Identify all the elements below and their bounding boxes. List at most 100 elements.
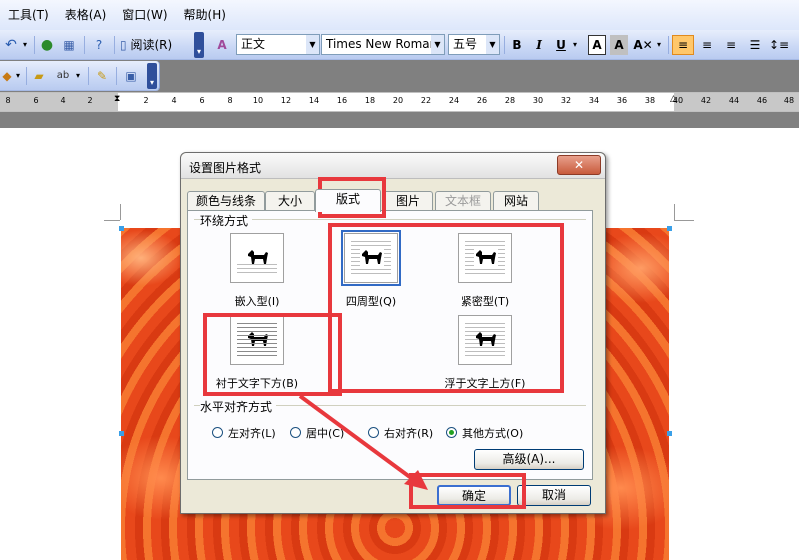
char-shading-button[interactable]: A (610, 35, 628, 55)
align-group-label: 水平对齐方式 (200, 398, 277, 415)
chevron-down-icon[interactable]: ▼ (306, 35, 319, 54)
line-spacing-icon[interactable]: ↕≡ (768, 35, 790, 55)
advanced-button[interactable]: 高级(A)... (474, 449, 584, 470)
resize-handle[interactable] (119, 431, 124, 436)
ruler-tick: 18 (364, 96, 376, 105)
ruler-tick: 38 (644, 96, 656, 105)
tab-layout[interactable]: 版式 (315, 189, 381, 212)
char-scaling-icon[interactable]: A✕ (632, 35, 654, 55)
wrap-inline-option[interactable] (230, 233, 284, 283)
horizontal-ruler[interactable]: 8 6 4 2 2 4 6 8 10 12 14 16 18 20 22 24 … (0, 92, 799, 112)
align-justify-icon[interactable]: ≡ (672, 35, 694, 55)
scaling-dropdown-icon[interactable]: ▾ (654, 35, 664, 55)
resize-handle[interactable] (667, 226, 672, 231)
chevron-down-icon[interactable]: ▼ (431, 35, 444, 54)
ruler-tick: 4 (171, 96, 177, 105)
fill-icon[interactable]: ◆ (0, 66, 14, 86)
hyperlink-icon[interactable]: ● (38, 35, 56, 55)
formatting-toolbar: ↶ ▾ ● ▦ ? ▯ 阅读(R) ▾ A 正文 ▼ Times New Rom… (0, 30, 799, 60)
resize-handle[interactable] (119, 226, 124, 231)
ruler-tick: 20 (392, 96, 404, 105)
spelling-icon[interactable]: ab (52, 66, 74, 86)
ruler-tick: 24 (448, 96, 460, 105)
highlight-behind-text (203, 313, 342, 396)
chevron-down-icon[interactable]: ▼ (486, 35, 499, 54)
ruler-tick: 12 (280, 96, 292, 105)
edit-icon[interactable]: ✎ (92, 66, 112, 86)
align-right-radio[interactable] (368, 427, 379, 438)
ruler-tick: 4 (60, 96, 66, 105)
table-icon[interactable]: ▦ (60, 35, 78, 55)
fill-dropdown-icon[interactable]: ▾ (14, 66, 22, 86)
align-right-label: 右对齐(R) (384, 427, 434, 440)
tab-web[interactable]: 网站 (493, 191, 539, 211)
align-center-radio[interactable] (290, 427, 301, 438)
distributed-icon[interactable]: ☰ (744, 35, 766, 55)
align-left-label: 左对齐(L) (228, 427, 276, 440)
close-button[interactable]: ✕ (557, 155, 601, 175)
right-indent-icon[interactable]: △ (670, 94, 677, 104)
dialog-titlebar[interactable]: 设置图片格式 ✕ (181, 153, 605, 179)
ruler-tick: 46 (756, 96, 768, 105)
cancel-button[interactable]: 取消 (517, 485, 591, 506)
spelling-dropdown-icon[interactable]: ▾ (74, 66, 82, 86)
drawing-toolbar: ◆ ▾ ▰ ab ▾ ✎ ▣ ▾ (0, 61, 160, 91)
dog-icon (248, 250, 268, 264)
style-combo[interactable]: 正文 ▼ (236, 34, 320, 55)
align-left-radio[interactable] (212, 427, 223, 438)
ruler-tick: 6 (33, 96, 39, 105)
menu-bar: 工具(T) 表格(A) 窗口(W) 帮助(H) (0, 0, 799, 30)
italic-button[interactable]: I (530, 35, 548, 55)
ruler-tick: 6 (199, 96, 205, 105)
highlight-wrap-options (328, 223, 564, 393)
ruler-tick: 8 (5, 96, 11, 105)
style-value: 正文 (241, 37, 266, 51)
font-value: Times New Roman (326, 37, 438, 51)
menu-table[interactable]: 表格(A) (57, 0, 115, 30)
char-border-button[interactable]: A (588, 35, 606, 55)
book-icon: ▯ (120, 38, 127, 52)
font-size-combo[interactable]: 五号 ▼ (448, 34, 500, 55)
tab-colors-lines[interactable]: 颜色与线条 (187, 191, 265, 211)
font-size-value: 五号 (453, 37, 478, 51)
ruler-tick: 2 (87, 96, 93, 105)
undo-dropdown-icon[interactable]: ▾ (20, 35, 30, 55)
ruler-tick: 28 (504, 96, 516, 105)
read-button[interactable]: ▯ 阅读(R) (120, 35, 186, 55)
ruler-tick: 10 (252, 96, 264, 105)
ruler-tick: 44 (728, 96, 740, 105)
menu-tools[interactable]: 工具(T) (0, 0, 57, 30)
tab-picture[interactable]: 图片 (383, 191, 433, 211)
ruler-tick: 26 (476, 96, 488, 105)
align-center-label: 居中(C) (306, 427, 345, 440)
underline-button[interactable]: U (552, 35, 570, 55)
align-right-icon[interactable]: ≡ (720, 35, 742, 55)
styles-icon[interactable]: A (212, 35, 232, 55)
bold-button[interactable]: B (508, 35, 526, 55)
ruler-tick: 14 (308, 96, 320, 105)
ruler-tick: 2 (143, 96, 149, 105)
underline-dropdown-icon[interactable]: ▾ (570, 35, 580, 55)
resize-handle[interactable] (667, 431, 672, 436)
indent-marker-icon[interactable]: ⧗ (114, 94, 120, 104)
align-center-icon[interactable]: ≡ (696, 35, 718, 55)
align-other-radio[interactable] (446, 427, 457, 438)
align-other-label: 其他方式(O) (462, 427, 524, 440)
tab-size[interactable]: 大小 (265, 191, 315, 211)
menu-help[interactable]: 帮助(H) (176, 0, 234, 30)
toolbar-options-icon[interactable]: ▾ (194, 32, 204, 58)
menu-window[interactable]: 窗口(W) (114, 0, 175, 30)
help-icon[interactable]: ? (90, 35, 108, 55)
ruler-tick: 32 (560, 96, 572, 105)
document-gutter (0, 112, 799, 128)
ruler-tick: 36 (616, 96, 628, 105)
picture-icon[interactable]: ▣ (120, 66, 142, 86)
ruler-tick: 34 (588, 96, 600, 105)
tab-textbox: 文本框 (435, 191, 491, 211)
toolbar-options-icon[interactable]: ▾ (147, 63, 157, 89)
folder-icon[interactable]: ▰ (30, 66, 48, 86)
ruler-tick: 30 (532, 96, 544, 105)
dialog-title: 设置图片格式 (189, 161, 262, 175)
undo-icon[interactable]: ↶ (0, 35, 22, 55)
font-combo[interactable]: Times New Roman ▼ (321, 34, 445, 55)
